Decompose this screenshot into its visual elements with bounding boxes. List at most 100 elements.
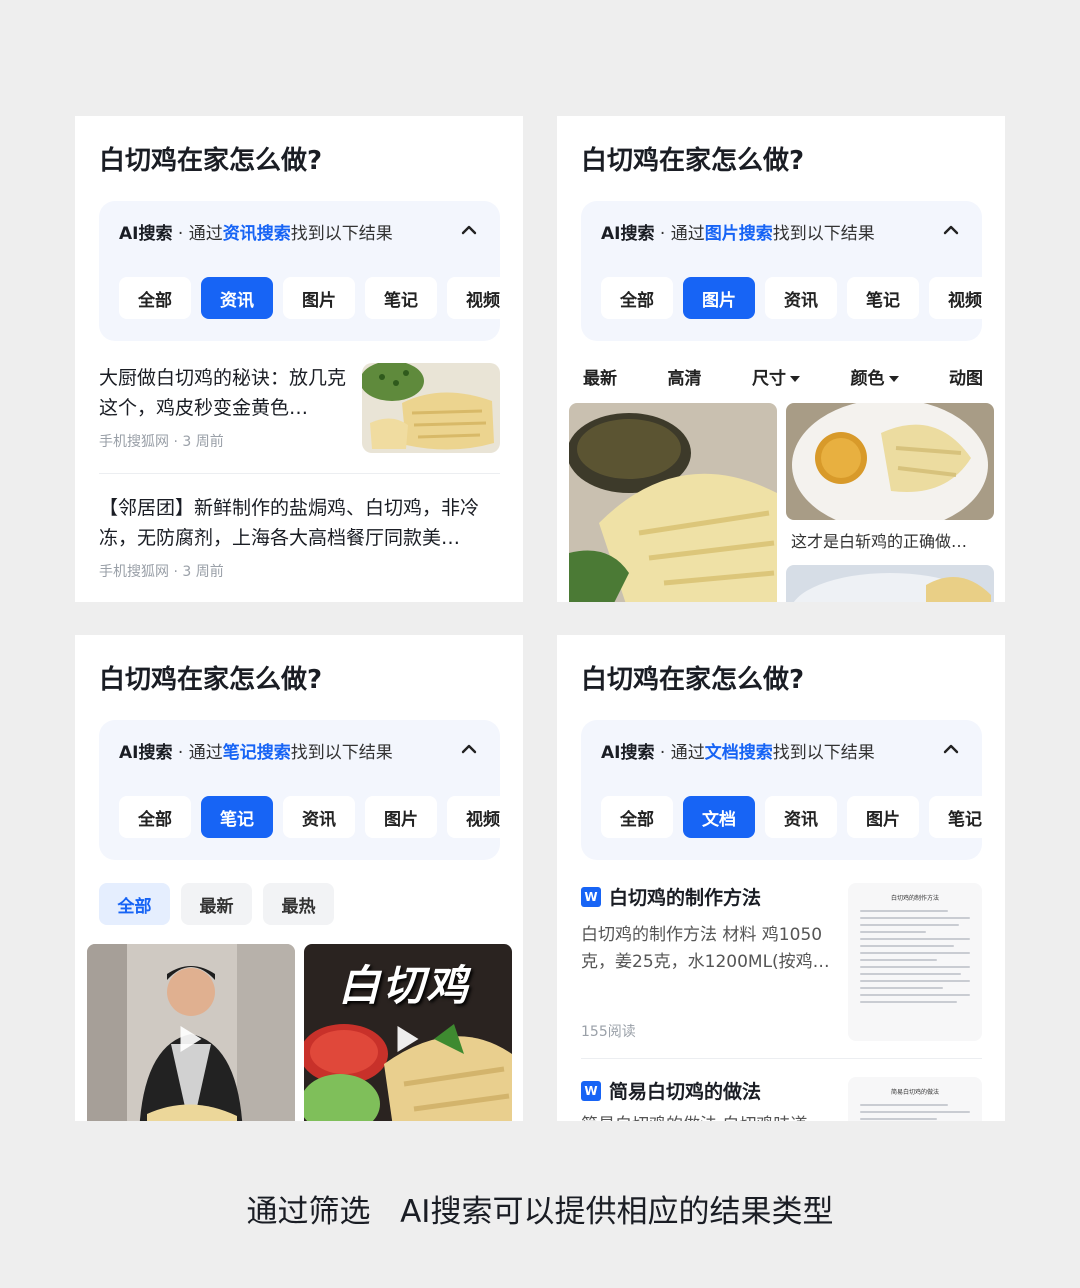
filter-hd[interactable]: 高清 xyxy=(668,364,702,389)
news-title[interactable]: 大厨做白切鸡的秘诀：放几克这个，鸡皮秒变金黄色… xyxy=(99,363,347,423)
dropdown-arrow-icon xyxy=(790,376,800,382)
filter-color[interactable]: 颜色 xyxy=(851,364,899,389)
chip-news[interactable]: 资讯 xyxy=(283,796,355,838)
news-item[interactable]: 大厨做白切鸡的秘诀：放几克这个，鸡皮秒变金黄色… 手机搜狐网 · 3 周前 xyxy=(99,363,500,455)
chip-images[interactable]: 图片 xyxy=(847,796,919,838)
document-thumbnail[interactable]: 简易白切鸡的做法 xyxy=(848,1077,982,1121)
filter-chips: 全部 资讯 图片 笔记 视频 xyxy=(119,277,500,319)
ai-prefix: · 通过 xyxy=(659,224,705,244)
document-thumbnail[interactable]: 白切鸡的制作方法 xyxy=(848,883,982,1041)
chip-notes[interactable]: 笔记 xyxy=(201,796,273,838)
video-title-overlay: 白切鸡 xyxy=(338,961,471,1010)
play-icon[interactable] xyxy=(180,1026,202,1052)
subtab-latest[interactable]: 最新 xyxy=(181,883,252,925)
filter-color-label: 颜色 xyxy=(850,369,885,389)
divider xyxy=(581,1058,982,1059)
chip-notes[interactable]: 笔记 xyxy=(929,796,982,838)
note-sort-tabs: 全部 最新 最热 xyxy=(99,883,334,925)
subtab-all[interactable]: 全部 xyxy=(99,883,170,925)
filter-latest[interactable]: 最新 xyxy=(583,364,617,389)
ai-prefix: · 通过 xyxy=(659,743,705,763)
read-count: 155阅读 xyxy=(581,1024,636,1040)
chip-images[interactable]: 图片 xyxy=(683,277,755,319)
image-result[interactable] xyxy=(569,403,777,602)
play-icon[interactable] xyxy=(397,1026,419,1052)
filter-chips: 全部 笔记 资讯 图片 视频 xyxy=(119,796,500,838)
chip-all[interactable]: 全部 xyxy=(119,796,191,838)
chevron-up-icon[interactable] xyxy=(940,738,962,760)
filter-animated[interactable]: 动图 xyxy=(949,364,983,389)
query-title: 白切鸡在家怎么做? xyxy=(581,146,805,176)
image-result[interactable] xyxy=(786,403,994,520)
word-doc-icon: W xyxy=(581,886,601,907)
subtab-hottest[interactable]: 最热 xyxy=(263,883,334,925)
news-thumbnail[interactable] xyxy=(362,363,500,453)
news-item[interactable]: 【邻居团】新鲜制作的盐焗鸡、白切鸡，非冷冻，无防腐剂，上海各大高档餐厅同款美… … xyxy=(99,493,500,583)
ai-suffix: 找到以下结果 xyxy=(772,743,875,763)
query-title: 白切鸡在家怎么做? xyxy=(99,146,323,176)
chip-images[interactable]: 图片 xyxy=(365,796,437,838)
chip-news[interactable]: 资讯 xyxy=(765,796,837,838)
chevron-up-icon[interactable] xyxy=(458,219,480,241)
news-search-panel: 白切鸡在家怎么做? AI搜索 · 通过资讯搜索找到以下结果 全部 资讯 图片 笔… xyxy=(75,116,523,602)
word-doc-icon: W xyxy=(581,1080,601,1101)
filter-chips: 全部 图片 资讯 笔记 视频 xyxy=(601,277,982,319)
ai-suffix: 找到以下结果 xyxy=(290,743,393,763)
ai-suffix: 找到以下结果 xyxy=(290,224,393,244)
filter-chips: 全部 文档 资讯 图片 笔记 xyxy=(601,796,982,838)
chip-notes[interactable]: 笔记 xyxy=(847,277,919,319)
ai-search-summary: AI搜索 · 通过图片搜索找到以下结果 xyxy=(601,219,875,244)
filter-size-label: 尺寸 xyxy=(752,369,786,389)
ai-prefix: · 通过 xyxy=(177,224,223,244)
ai-label: AI搜索 xyxy=(119,743,173,763)
search-type[interactable]: 笔记搜索 xyxy=(223,743,291,763)
chip-all[interactable]: 全部 xyxy=(119,277,191,319)
ai-search-box: AI搜索 · 通过笔记搜索找到以下结果 全部 笔记 资讯 图片 视频 xyxy=(99,720,500,860)
chip-video[interactable]: 视频 xyxy=(447,277,500,319)
ai-search-box: AI搜索 · 通过资讯搜索找到以下结果 全部 资讯 图片 笔记 视频 xyxy=(99,201,500,341)
video-note-card[interactable] xyxy=(87,944,295,1121)
ai-label: AI搜索 xyxy=(601,224,655,244)
search-type[interactable]: 文档搜索 xyxy=(705,743,773,763)
divider xyxy=(99,473,500,474)
dropdown-arrow-icon xyxy=(888,376,899,382)
ai-search-box: AI搜索 · 通过图片搜索找到以下结果 全部 图片 资讯 笔记 视频 xyxy=(581,201,982,341)
notes-search-panel: 白切鸡在家怎么做? AI搜索 · 通过笔记搜索找到以下结果 全部 笔记 资讯 图… xyxy=(75,635,523,1121)
document-search-panel: 白切鸡在家怎么做? AI搜索 · 通过文档搜索找到以下结果 全部 文档 资讯 图… xyxy=(557,635,1005,1121)
chip-video[interactable]: 视频 xyxy=(447,796,500,838)
chip-notes[interactable]: 笔记 xyxy=(365,277,437,319)
ai-label: AI搜索 xyxy=(601,743,655,763)
ai-search-summary: AI搜索 · 通过资讯搜索找到以下结果 xyxy=(119,219,393,244)
query-title: 白切鸡在家怎么做? xyxy=(99,665,323,695)
ai-search-summary: AI搜索 · 通过文档搜索找到以下结果 xyxy=(601,738,875,763)
ai-prefix: · 通过 xyxy=(177,743,223,763)
document-summary: 简易白切鸡的做法 白切鸡味道… xyxy=(581,1112,836,1121)
chip-documents[interactable]: 文档 xyxy=(683,796,755,838)
document-title-text: 简易白切鸡的做法 xyxy=(609,1081,762,1103)
search-type[interactable]: 图片搜索 xyxy=(705,224,773,244)
image-caption[interactable]: 这才是白斩鸡的正确做… xyxy=(791,528,967,552)
chip-all[interactable]: 全部 xyxy=(601,796,673,838)
image-filters: 最新 高清 尺寸 颜色 动图 xyxy=(583,364,983,389)
document-title-text: 白切鸡的制作方法 xyxy=(609,887,762,909)
chip-images[interactable]: 图片 xyxy=(283,277,355,319)
document-item[interactable]: W 白切鸡的制作方法 白切鸡的制作方法 材料 鸡1050克，姜25克，水1200… xyxy=(581,883,982,1041)
image-result[interactable] xyxy=(786,565,994,602)
filter-size[interactable]: 尺寸 xyxy=(752,364,800,389)
thumbnail-title: 白切鸡的制作方法 xyxy=(890,895,939,902)
search-type[interactable]: 资讯搜索 xyxy=(223,224,291,244)
chevron-up-icon[interactable] xyxy=(458,738,480,760)
news-title[interactable]: 【邻居团】新鲜制作的盐焗鸡、白切鸡，非冷冻，无防腐剂，上海各大高档餐厅同款美… xyxy=(99,493,500,553)
chevron-up-icon[interactable] xyxy=(940,219,962,241)
document-summary: 白切鸡的制作方法 材料 鸡1050克，姜25克，水1200ML(按鸡… xyxy=(581,925,830,972)
document-item[interactable]: W 简易白切鸡的做法 简易白切鸡的做法 白切鸡味道… 简易白切鸡的做法 xyxy=(581,1077,982,1121)
query-title: 白切鸡在家怎么做? xyxy=(581,665,805,695)
ai-search-summary: AI搜索 · 通过笔记搜索找到以下结果 xyxy=(119,738,393,763)
thumbnail-title: 简易白切鸡的做法 xyxy=(890,1089,939,1096)
chip-news[interactable]: 资讯 xyxy=(201,277,273,319)
chip-video[interactable]: 视频 xyxy=(929,277,982,319)
video-note-card[interactable]: 白切鸡 xyxy=(304,944,512,1121)
image-search-panel: 白切鸡在家怎么做? AI搜索 · 通过图片搜索找到以下结果 全部 图片 资讯 笔… xyxy=(557,116,1005,602)
chip-news[interactable]: 资讯 xyxy=(765,277,837,319)
chip-all[interactable]: 全部 xyxy=(601,277,673,319)
